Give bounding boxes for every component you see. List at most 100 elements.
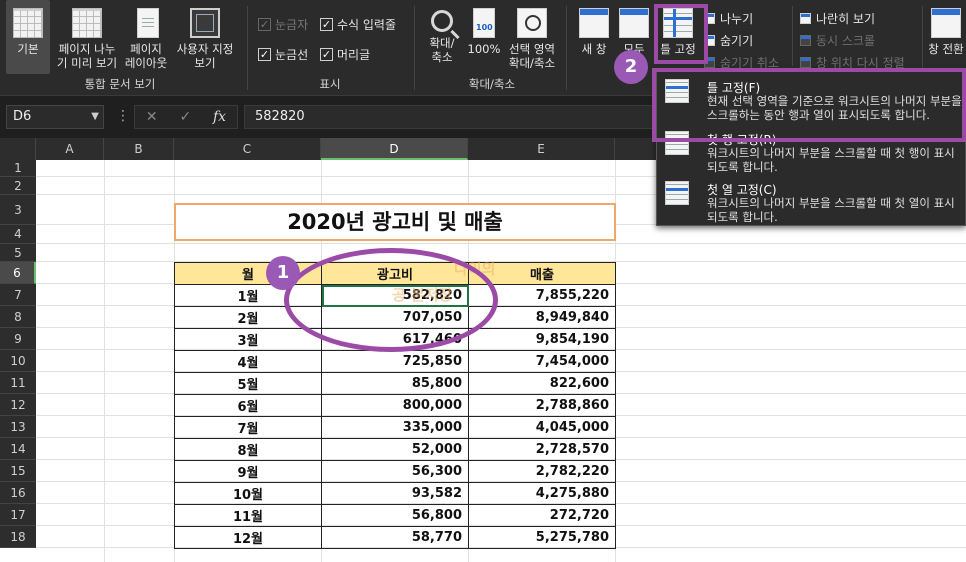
page-layout-icon — [137, 8, 159, 38]
month-cell[interactable]: 9월 — [174, 460, 322, 483]
ad-cost-cell[interactable]: 52,000 — [321, 438, 469, 461]
row-header-10[interactable]: 10 — [0, 350, 36, 372]
sales-cell[interactable]: 2,782,220 — [468, 460, 616, 483]
sales-cell[interactable]: 822,600 — [468, 372, 616, 395]
row-header-12[interactable]: 12 — [0, 394, 36, 416]
cancel-icon[interactable]: ✕ — [146, 109, 158, 125]
ad-cost-cell[interactable]: 725,850 — [321, 350, 469, 373]
row-header-9[interactable]: 9 — [0, 328, 36, 350]
freeze-first-column-icon — [665, 181, 689, 205]
new-window-icon — [579, 8, 609, 38]
row-header-15[interactable]: 15 — [0, 460, 36, 482]
step-badge-1: 1 — [266, 256, 300, 290]
table-row: 6월 800,000 2,788,860 — [174, 394, 616, 417]
month-cell[interactable]: 7월 — [174, 416, 322, 439]
zoom-100-icon — [473, 8, 495, 38]
sales-cell[interactable]: 4,275,880 — [468, 482, 616, 505]
row-header-13[interactable]: 13 — [0, 416, 36, 438]
sales-cell[interactable]: 2,728,570 — [468, 438, 616, 461]
sales-cell[interactable]: 7,454,000 — [468, 350, 616, 373]
row-header-4[interactable]: 4 — [0, 225, 36, 244]
checkbox-checked-icon: ✓ — [320, 18, 333, 31]
month-cell[interactable]: 11월 — [174, 504, 322, 527]
zoom-button[interactable]: 확대/ 축소 — [420, 0, 464, 64]
month-cell[interactable]: 8월 — [174, 438, 322, 461]
normal-view-button[interactable]: 기본 — [6, 0, 50, 74]
row-header-5[interactable]: 5 — [0, 244, 36, 262]
ad-cost-cell[interactable]: 85,800 — [321, 372, 469, 395]
row-header-6[interactable]: 6 — [0, 262, 36, 284]
column-header-b[interactable]: B — [104, 138, 174, 160]
month-cell[interactable]: 12월 — [174, 526, 322, 549]
table-row: 7월 335,000 4,045,000 — [174, 416, 616, 439]
select-all-corner[interactable] — [0, 138, 36, 160]
switch-windows-button[interactable]: 창 전환 — [926, 0, 966, 56]
reset-position-icon — [800, 57, 811, 68]
page-layout-button[interactable]: 페이지 레이아웃 — [122, 0, 170, 70]
sales-cell[interactable]: 2,788,860 — [468, 394, 616, 417]
row-header-16[interactable]: 16 — [0, 482, 36, 504]
chevron-down-icon[interactable]: ▼ — [91, 106, 99, 128]
sheet-title[interactable]: 2020년 광고비 및 매출 — [174, 203, 616, 241]
sales-cell[interactable]: 272,720 — [468, 504, 616, 527]
month-cell[interactable]: 10월 — [174, 482, 322, 505]
row-header-11[interactable]: 11 — [0, 372, 36, 394]
zoom-to-selection-button[interactable]: 선택 영역 확대/축소 — [504, 0, 560, 70]
side-by-side-icon — [800, 13, 811, 24]
table-row: 5월 85,800 822,600 — [174, 372, 616, 395]
split-button[interactable]: 나누기 — [704, 10, 753, 27]
insert-function-icon[interactable]: fx — [213, 109, 226, 125]
row-header-7[interactable]: 7 — [0, 284, 36, 306]
formula-bar-checkbox[interactable]: ✓ 수식 입력줄 — [320, 16, 396, 33]
ruler-checkbox[interactable]: ✓ 눈금자 — [258, 16, 308, 33]
row-header-1[interactable]: 1 — [0, 160, 36, 177]
row-header-8[interactable]: 8 — [0, 306, 36, 328]
ad-cost-cell[interactable]: 56,300 — [321, 460, 469, 483]
ad-cost-cell[interactable]: 56,800 — [321, 504, 469, 527]
custom-views-button[interactable]: 사용자 지정 보기 — [170, 0, 240, 70]
row-header-18[interactable]: 18 — [0, 526, 36, 548]
new-window-button[interactable]: 새 창 — [574, 0, 614, 56]
row-header-14[interactable]: 14 — [0, 438, 36, 460]
hide-button[interactable]: 숨기기 — [704, 32, 753, 49]
more-options-icon[interactable]: ⋮ — [116, 108, 130, 124]
arrange-all-button[interactable]: 모두 — [616, 0, 652, 56]
divider — [566, 6, 567, 90]
magnifier-icon — [431, 10, 453, 32]
page-break-preview-button[interactable]: 페이지 나누 기 미리 보기 — [52, 0, 122, 70]
column-header-c[interactable]: C — [174, 138, 321, 160]
table-row: 8월 52,000 2,728,570 — [174, 438, 616, 461]
sales-cell[interactable]: 4,045,000 — [468, 416, 616, 439]
table-row: 9월 56,300 2,782,220 — [174, 460, 616, 483]
name-box[interactable]: D6 ▼ — [6, 105, 104, 129]
column-header-a[interactable]: A — [36, 138, 104, 160]
ad-cost-cell[interactable]: 93,582 — [321, 482, 469, 505]
ad-cost-cell[interactable]: 800,000 — [321, 394, 469, 417]
group-label-show: 표시 — [319, 77, 341, 91]
table-row: 4월 725,850 7,454,000 — [174, 350, 616, 373]
month-cell[interactable]: 6월 — [174, 394, 322, 417]
sales-cell[interactable]: 9,854,190 — [468, 328, 616, 351]
headings-checkbox[interactable]: ✓ 머리글 — [320, 46, 370, 63]
ad-cost-cell[interactable]: 58,770 — [321, 526, 469, 549]
menu-item-freeze-first-column[interactable]: 첫 열 고정(C) 워크시트의 나머지 부분을 스크롤할 때 첫 열이 표시되도… — [657, 175, 966, 224]
sync-scroll-icon — [800, 35, 811, 46]
row-header-3[interactable]: 3 — [0, 195, 36, 225]
row-header-2[interactable]: 2 — [0, 177, 36, 195]
enter-icon[interactable]: ✓ — [179, 109, 191, 125]
month-cell[interactable]: 5월 — [174, 372, 322, 395]
view-side-by-side-button[interactable]: 나란히 보기 — [800, 10, 875, 27]
group-label-workbook-views: 통합 문서 보기 — [84, 77, 156, 91]
zoom-100-button[interactable]: 100% — [464, 0, 504, 56]
sales-cell[interactable]: 5,275,780 — [468, 526, 616, 549]
row-header-17[interactable]: 17 — [0, 504, 36, 526]
arrange-all-icon — [619, 8, 649, 38]
checkbox-checked-icon: ✓ — [258, 48, 271, 61]
ad-cost-cell[interactable]: 335,000 — [321, 416, 469, 439]
gridlines-checkbox[interactable]: ✓ 눈금선 — [258, 46, 308, 63]
synchronous-scroll-button[interactable]: 동시 스크롤 — [800, 32, 875, 49]
month-cell[interactable]: 4월 — [174, 350, 322, 373]
month-cell[interactable]: 3월 — [174, 328, 322, 351]
column-header-e[interactable]: E — [468, 138, 615, 160]
column-header-d[interactable]: D — [321, 138, 468, 160]
